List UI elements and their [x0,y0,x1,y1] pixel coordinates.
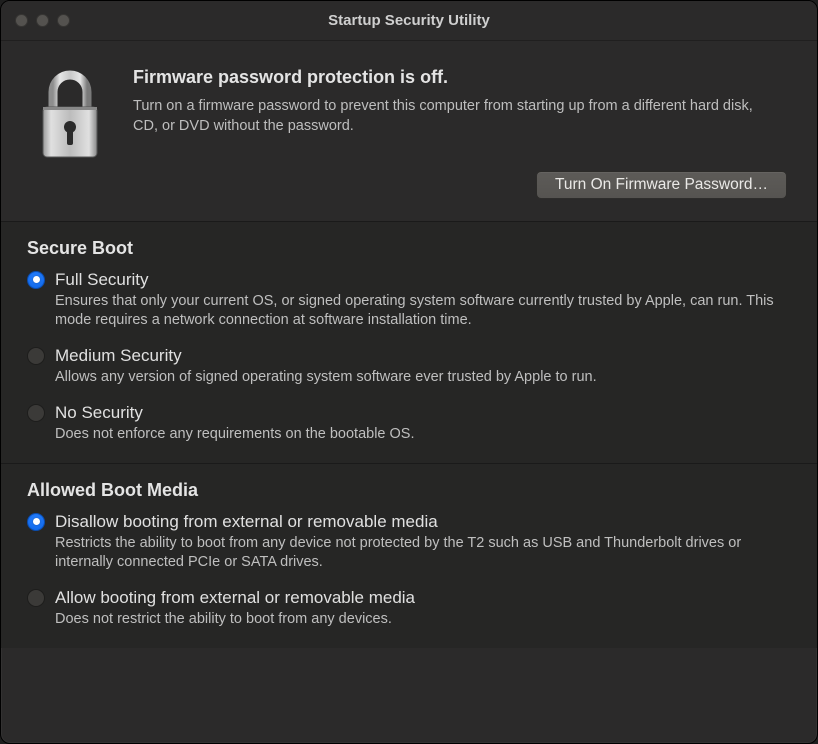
secure-boot-option-full[interactable]: Full Security Ensures that only your cur… [27,269,791,331]
secure-boot-option-medium[interactable]: Medium Security Allows any version of si… [27,345,791,388]
window-content: Firmware password protection is off. Tur… [1,41,817,648]
firmware-header-text: Firmware password protection is off. Tur… [133,67,791,199]
secure-boot-option-none[interactable]: No Security Does not enforce any require… [27,402,791,445]
radio-label: Allow booting from external or removable… [55,587,791,608]
boot-media-option-disallow[interactable]: Disallow booting from external or remova… [27,511,791,573]
boot-media-section: Allowed Boot Media Disallow booting from… [1,464,817,648]
radio-indicator [27,513,45,531]
radio-description: Does not restrict the ability to boot fr… [55,610,791,630]
radio-label: No Security [55,402,791,423]
radio-label: Full Security [55,269,791,290]
window-controls [15,14,70,27]
secure-boot-section: Secure Boot Full Security Ensures that o… [1,222,817,463]
boot-media-option-allow[interactable]: Allow booting from external or removable… [27,587,791,630]
radio-indicator [27,589,45,607]
radio-label: Medium Security [55,345,791,366]
radio-indicator [27,404,45,422]
firmware-status-title: Firmware password protection is off. [133,67,791,88]
minimize-window-button[interactable] [36,14,49,27]
radio-label: Disallow booting from external or remova… [55,511,791,532]
secure-boot-title: Secure Boot [27,238,791,259]
radio-description: Ensures that only your current OS, or si… [55,292,791,331]
lock-icon [27,67,113,199]
firmware-button-row: Turn On Firmware Password… [133,171,791,199]
radio-description: Allows any version of signed operating s… [55,368,791,388]
boot-media-title: Allowed Boot Media [27,480,791,501]
radio-description: Restricts the ability to boot from any d… [55,534,791,573]
radio-description: Does not enforce any requirements on the… [55,425,791,445]
firmware-status-description: Turn on a firmware password to prevent t… [133,96,773,137]
firmware-header: Firmware password protection is off. Tur… [1,41,817,221]
window-title: Startup Security Utility [1,12,817,29]
radio-indicator [27,347,45,365]
turn-on-firmware-password-button[interactable]: Turn On Firmware Password… [536,171,787,199]
title-bar: Startup Security Utility [1,1,817,41]
app-window: Startup Security Utility [0,0,818,744]
radio-indicator [27,271,45,289]
zoom-window-button[interactable] [57,14,70,27]
close-window-button[interactable] [15,14,28,27]
